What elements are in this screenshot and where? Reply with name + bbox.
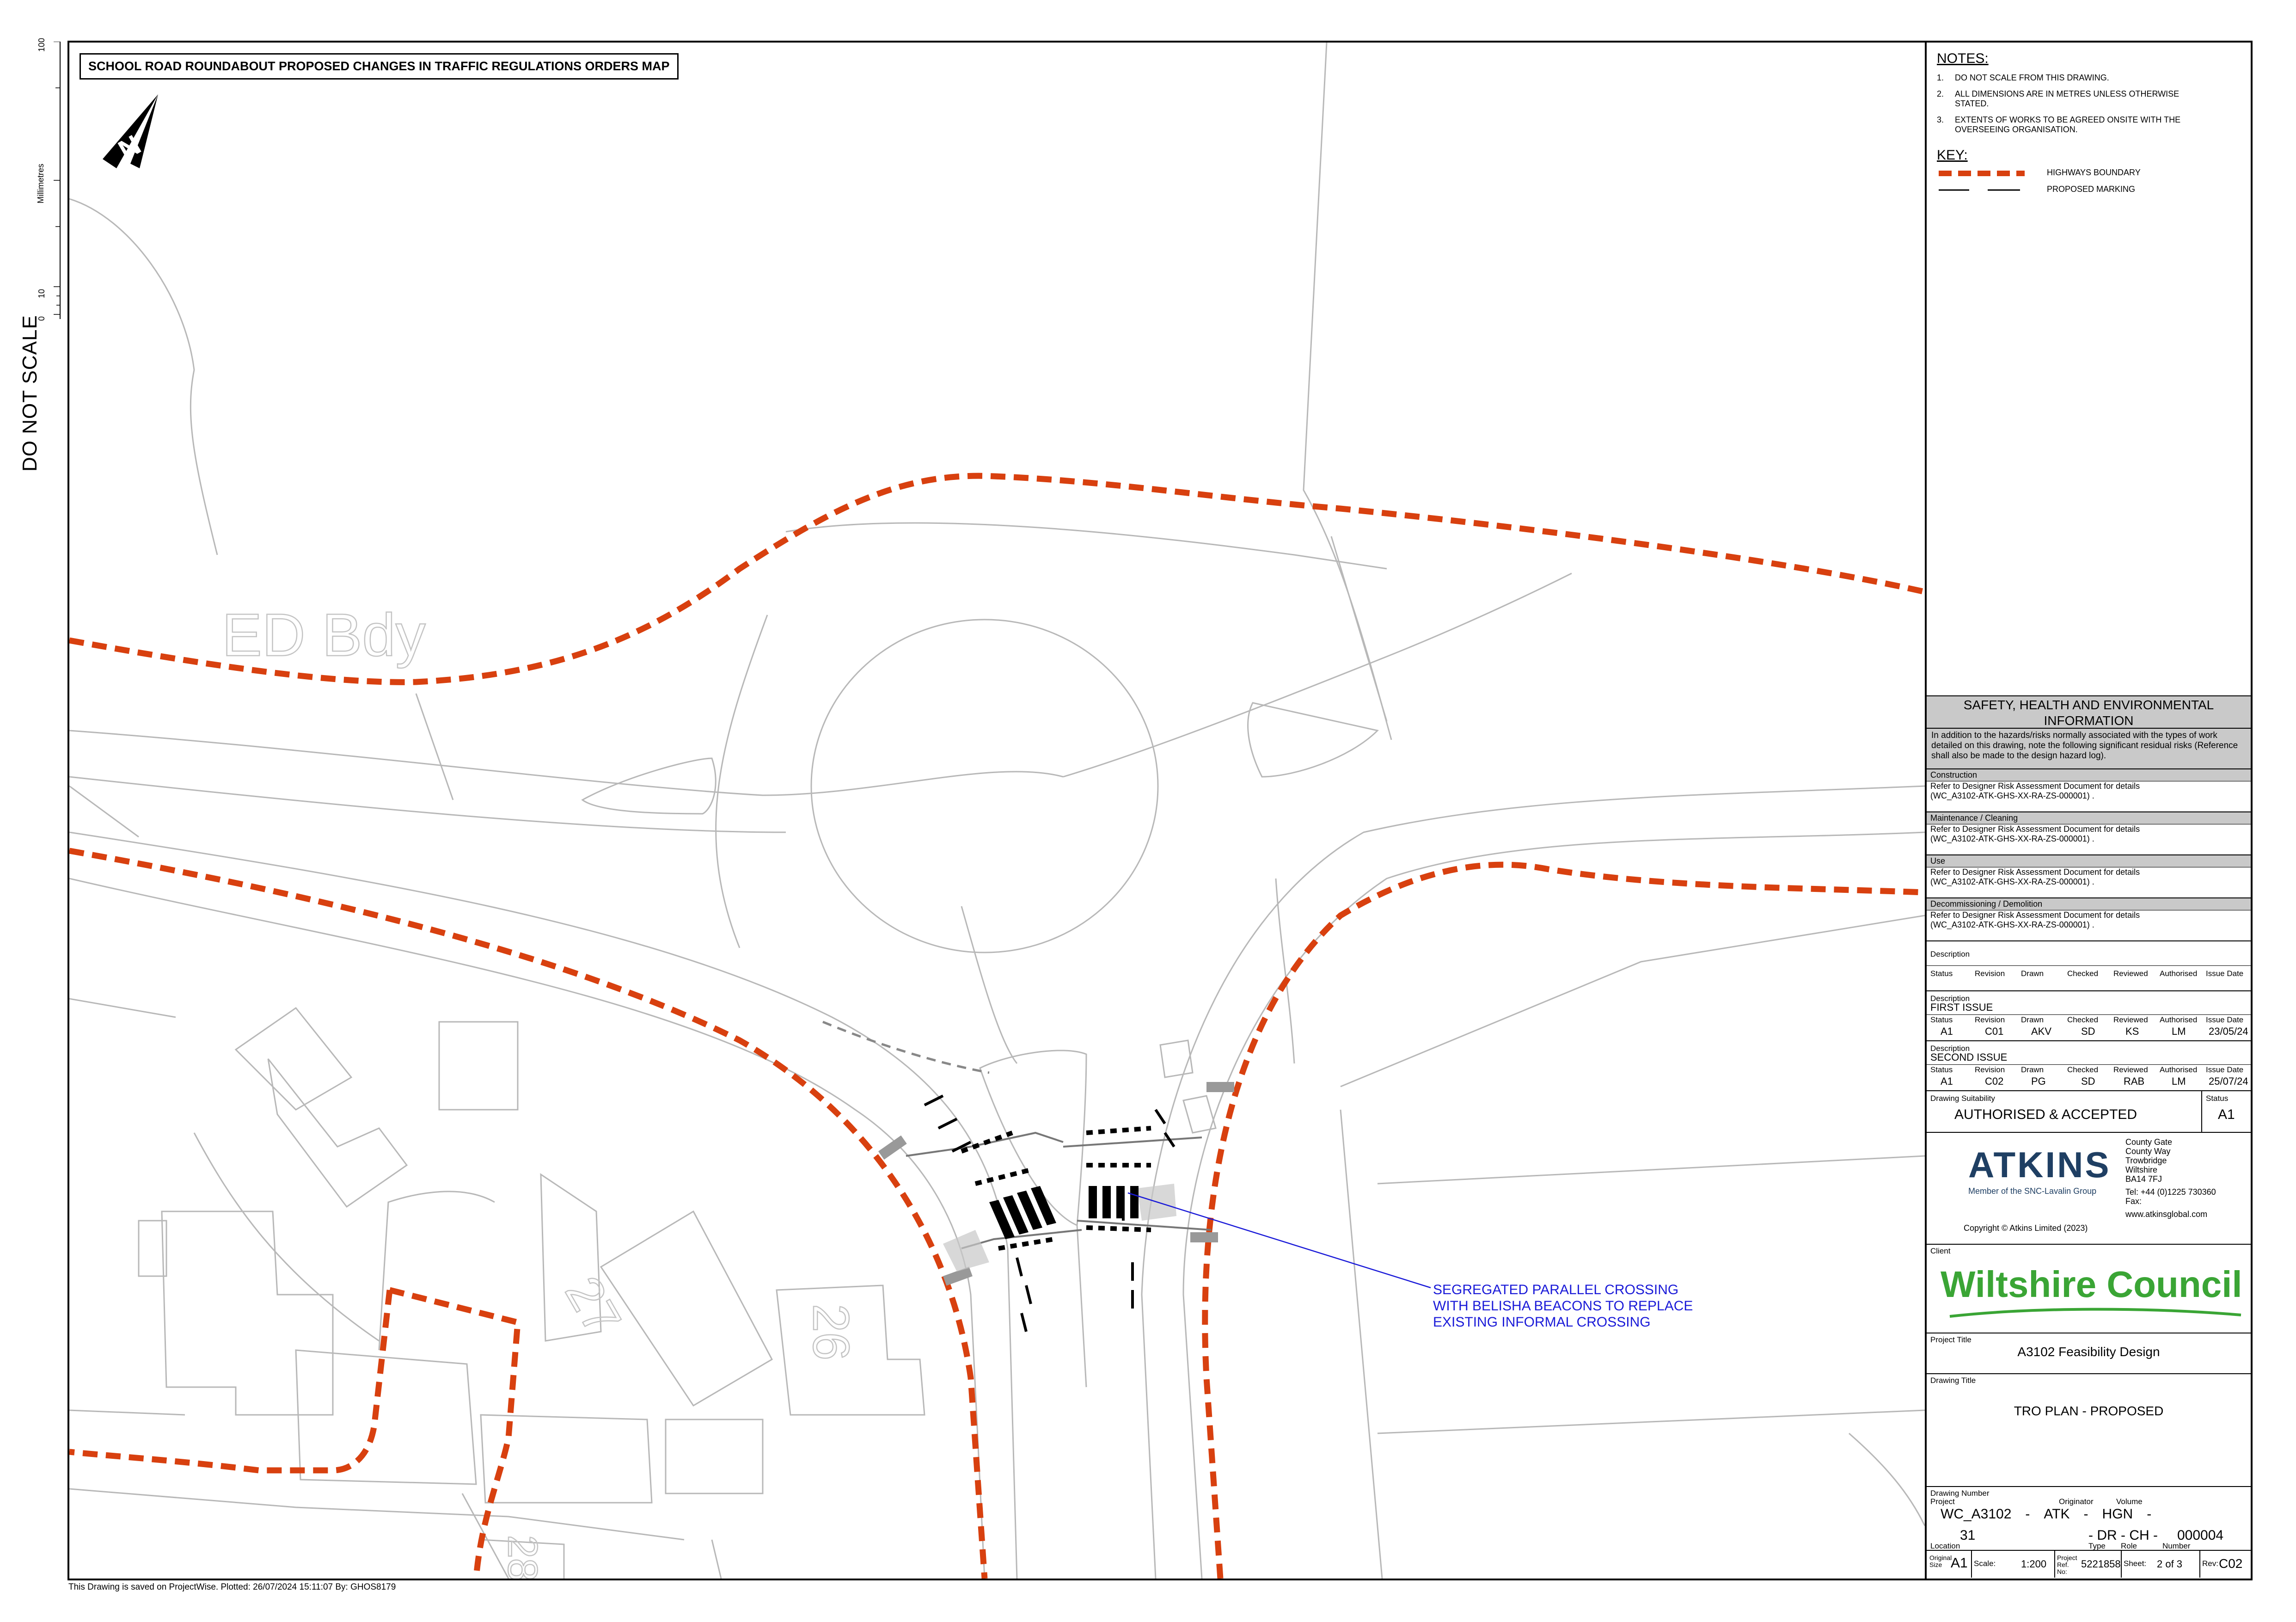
atkins-logo: ATKINS xyxy=(1968,1144,2111,1185)
client-block: Client Wiltshire Council xyxy=(1927,1244,2251,1333)
crossing-annotation: SEGREGATED PARALLEL CROSSING WITH BELISH… xyxy=(1433,1282,1693,1330)
drawing-title-block: Drawing Title TRO PLAN - PROPOSED xyxy=(1927,1373,2251,1486)
site-plan-map: ED Bdy 27 26 28 N xyxy=(69,43,1925,1579)
key-heading: KEY: xyxy=(1937,147,1968,163)
sheet-info-row: Original Size A1 Scale: 1:200 Project Re… xyxy=(1927,1550,2251,1578)
scale-bar xyxy=(54,42,61,319)
title-block: NOTES: 1. DO NOT SCALE FROM THIS DRAWING.… xyxy=(1925,43,2251,1579)
drawing-suitability: Drawing Suitability AUTHORISED & ACCEPTE… xyxy=(1927,1090,2251,1133)
atkins-copyright: Copyright © Atkins Limited (2023) xyxy=(1964,1223,2088,1233)
do-not-scale-label: DO NOT SCALE xyxy=(18,315,41,472)
north-arrow-icon: N xyxy=(103,94,158,187)
plot-footer: This Drawing is saved on ProjectWise. Pl… xyxy=(68,1582,396,1592)
atkins-address: County Gate County Way Trowbridge Wiltsh… xyxy=(2125,1137,2216,1219)
key-proposed-marking: PROPOSED MARKING xyxy=(2047,184,2136,194)
notes-heading: NOTES: xyxy=(1937,51,1989,66)
key-highways-boundary: HIGHWAYS BOUNDARY xyxy=(2047,168,2141,177)
revision-row-c01: Description FIRST ISSUE Status Revision … xyxy=(1927,990,2251,1040)
ed-boundary-label: ED Bdy xyxy=(222,601,426,669)
she-construction: Construction Refer to Designer Risk Asse… xyxy=(1927,768,2251,811)
scale-unit-label: Millimetres xyxy=(36,163,45,203)
atkins-block: ATKINS Member of the SNC-Lavalin Group C… xyxy=(1927,1132,2251,1244)
she-maintenance: Maintenance / Cleaning Refer to Designer… xyxy=(1927,811,2251,854)
map-title: SCHOOL ROAD ROUNDABOUT PROPOSED CHANGES … xyxy=(80,53,679,80)
scale-mark-10: 10 xyxy=(37,289,46,298)
notes-section: NOTES: 1. DO NOT SCALE FROM THIS DRAWING.… xyxy=(1937,51,2242,195)
revision-row-c02: Description SECOND ISSUE Status Revision… xyxy=(1927,1040,2251,1090)
revision-blank: Description Status Revision Drawn Checke… xyxy=(1927,940,2251,990)
scale-mark-0: 0 xyxy=(37,316,46,321)
wiltshire-swoosh-icon xyxy=(1949,1308,2241,1318)
site-plan-drawing: ED Bdy 27 26 28 xyxy=(69,43,1925,1579)
project-title-block: Project Title A3102 Feasibility Design xyxy=(1927,1333,2251,1373)
she-heading: SAFETY, HEALTH AND ENVIRONMENTAL INFORMA… xyxy=(1927,695,2251,728)
house-number-28: 28 xyxy=(499,1535,545,1579)
she-intro: In addition to the hazards/risks normall… xyxy=(1927,728,2251,768)
drawing-number-block: Drawing Number Project Originator Volume… xyxy=(1927,1486,2251,1550)
house-number-26: 26 xyxy=(802,1304,859,1360)
scale-mark-100: 100 xyxy=(37,37,46,52)
she-use: Use Refer to Designer Risk Assessment Do… xyxy=(1927,854,2251,897)
house-number-27: 27 xyxy=(554,1267,632,1345)
wiltshire-council-logo: Wiltshire Council xyxy=(1941,1264,2242,1305)
she-decommissioning: Decommissioning / Demolition Refer to De… xyxy=(1927,897,2251,940)
